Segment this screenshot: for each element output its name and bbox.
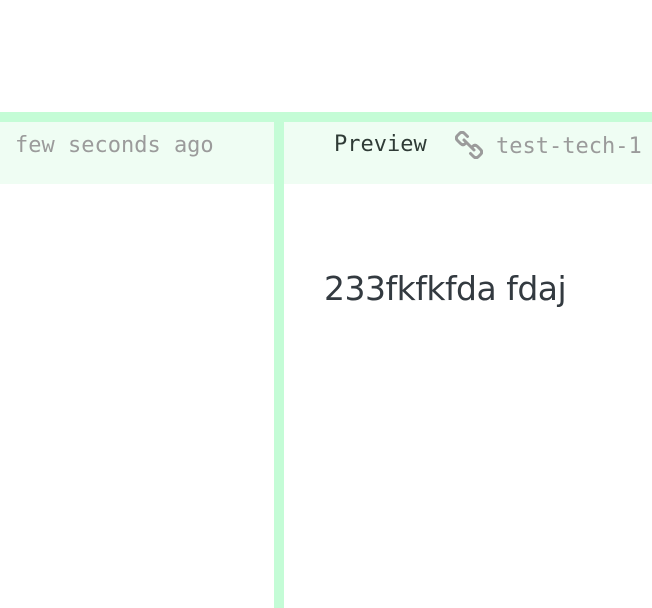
preview-header: Preview test-tech-1 <box>284 122 652 184</box>
preview-pane: Preview test-tech-1 233fkfkfda fdaj <box>284 122 652 608</box>
preview-label: Preview <box>334 132 427 157</box>
history-pane: few seconds ago <box>0 122 274 608</box>
revision-timestamp: few seconds ago <box>15 133 214 158</box>
pane-top-border <box>0 112 652 122</box>
pane-divider[interactable] <box>274 112 284 608</box>
history-header: few seconds ago <box>0 122 274 184</box>
preview-content: 233fkfkfda fdaj <box>324 269 567 308</box>
document-name-link[interactable]: test-tech-1 <box>496 133 642 161</box>
link-icon[interactable] <box>454 130 484 160</box>
